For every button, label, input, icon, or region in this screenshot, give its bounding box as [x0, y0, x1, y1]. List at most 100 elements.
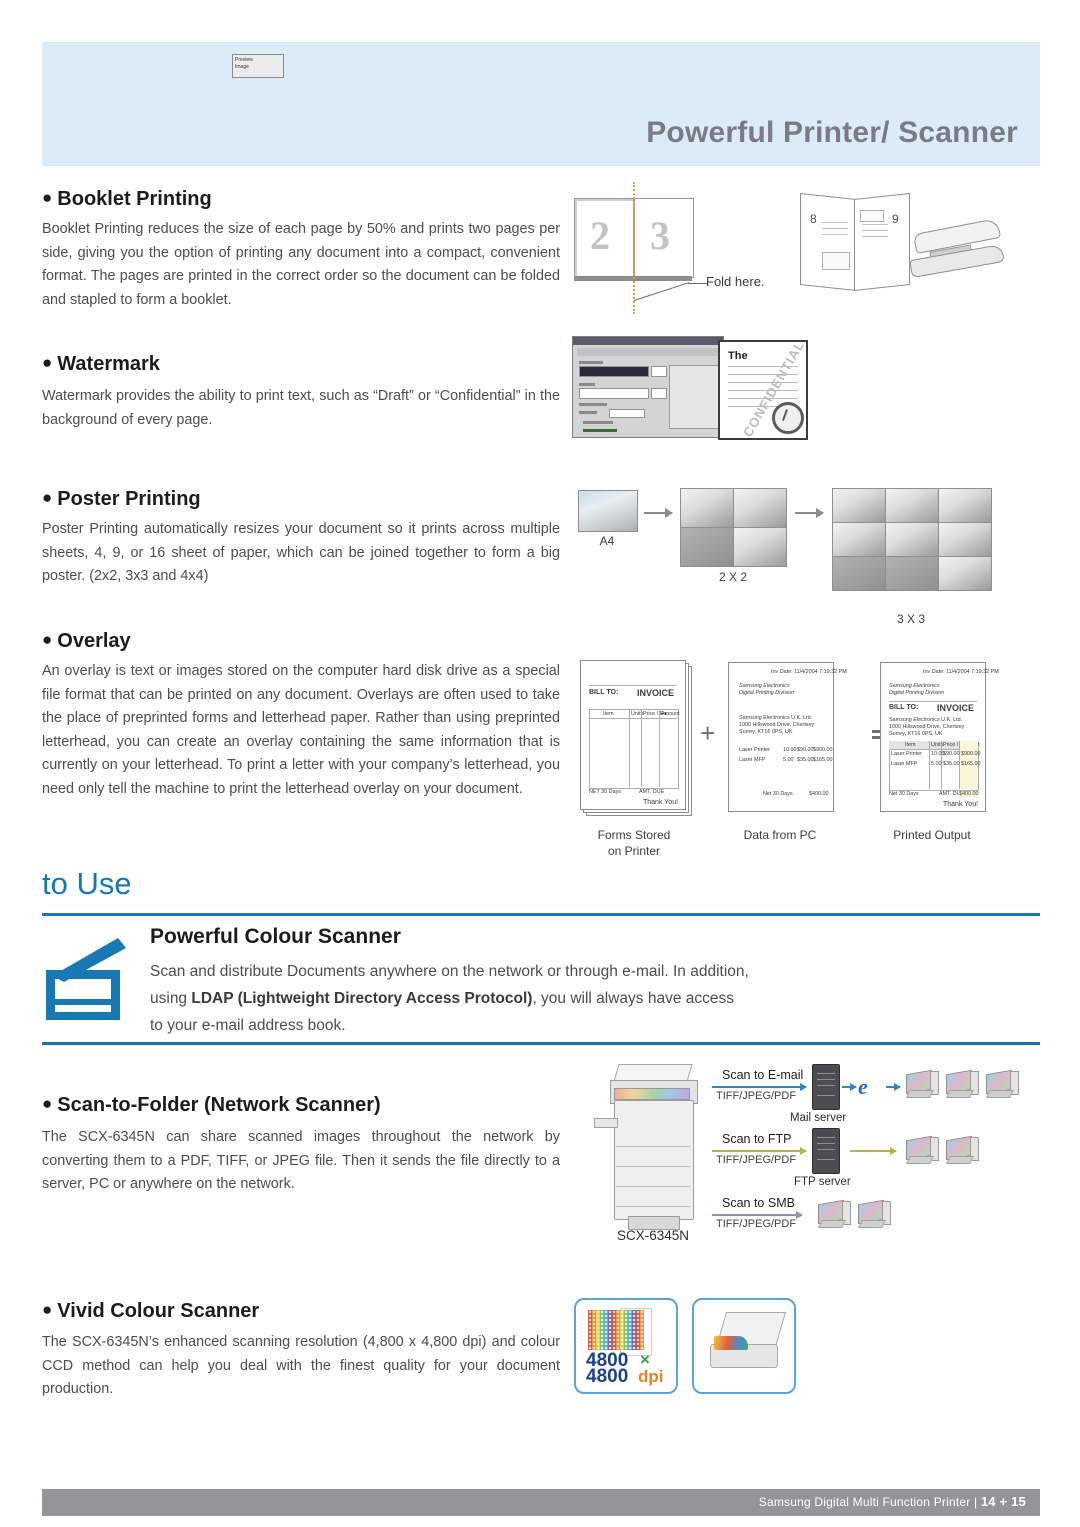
- bullet-icon: ●: [42, 1094, 53, 1113]
- pcs-line-3: to your e-mail address book.: [150, 1017, 346, 1034]
- client-pc-icon: [818, 1199, 851, 1228]
- fold-leader-line-2: [688, 283, 708, 284]
- section-heading-overlay: ● Overlay: [42, 630, 131, 652]
- mail-server-icon: [812, 1064, 840, 1110]
- form-invoice: INVOICE: [637, 688, 675, 698]
- fold-guide-line: [633, 182, 635, 314]
- section-heading-vivid: ● Vivid Colour Scanner: [42, 1300, 260, 1322]
- data-company-1: Samsung Electronics: [739, 683, 790, 689]
- section-body-watermark: Watermark provides the ability to print …: [42, 388, 560, 428]
- section-body-poster: Poster Printing automatically resizes yo…: [42, 521, 560, 584]
- booklet-half-right: [854, 193, 910, 291]
- watermark-callout: Preview Image: [232, 54, 284, 78]
- out-total: $400.00: [959, 791, 979, 797]
- stapled-booklet-illustration: 8 9: [800, 190, 910, 295]
- data-inv-date: Inv Date: 11/4/2004 7:19:32 PM: [771, 669, 847, 675]
- flow-arrow-smb: [712, 1210, 803, 1219]
- out-col-item: Item: [905, 742, 916, 748]
- out-inv-date: Inv Date: 11/4/2004 7:19:32 PM: [923, 669, 999, 675]
- client-pc-icon: [986, 1069, 1019, 1098]
- data-item-1-amt: $900.00: [813, 747, 833, 753]
- section-body-vivid: The SCX-6345N’s enhanced scanning resolu…: [42, 1334, 560, 1397]
- client-pc-icon: [906, 1069, 939, 1098]
- poster-2x2-label: 2 X 2: [718, 570, 748, 584]
- data-total: $400.00: [809, 791, 829, 797]
- section-heading-scan-to-folder: ● Scan-to-Folder (Network Scanner): [42, 1094, 381, 1116]
- dpi-unit-label: dpi: [638, 1367, 664, 1386]
- booklet-folio-left: 8: [810, 212, 817, 226]
- flow-formats-smb: TIFF/JPEG/PDF: [716, 1218, 797, 1230]
- flow-label-smb: Scan to SMB: [722, 1196, 795, 1210]
- data-item-1-price: $90.00: [797, 747, 814, 753]
- out-addr-3: Surrey, KT16 0PS, UK: [889, 731, 943, 737]
- dpi-value-vertical: 4800: [586, 1366, 629, 1387]
- overlay-data-sheet: Inv Date: 11/4/2004 7:19:32 PM Samsung E…: [728, 662, 847, 812]
- footer-text: Samsung Digital Multi Function Printer |…: [759, 1494, 1026, 1509]
- dpi-badge-icon: 4800 × 4800 dpi: [574, 1298, 678, 1394]
- dialog-titlebar: [573, 337, 723, 345]
- powerful-colour-scanner-body: Scan and distribute Documents anywhere o…: [150, 958, 880, 1039]
- flow-label-email: Scan to E-mail: [722, 1068, 804, 1082]
- form-col-item: Item: [603, 711, 614, 717]
- overlay-plus-symbol: +: [700, 718, 716, 748]
- poster-arrow-1: [644, 508, 673, 518]
- out-company-1: Samsung Electronics: [889, 683, 940, 689]
- flow-label-ftp: Scan to FTP: [722, 1132, 792, 1146]
- client-pc-icon: [946, 1069, 979, 1098]
- footer-brand: Samsung Digital Multi Function Printer: [758, 1495, 971, 1509]
- powerful-colour-scanner-title: Powerful Colour Scanner: [150, 925, 401, 948]
- callout-line-2: Image: [235, 64, 249, 70]
- poster-source-a4: [578, 490, 638, 532]
- flow-formats-email: TIFF/JPEG/PDF: [716, 1090, 797, 1102]
- overlay-caption-2: Data from PC: [743, 828, 817, 842]
- form-col-amount: Amount: [661, 711, 680, 717]
- bullet-icon: ●: [42, 188, 53, 207]
- data-item-2-qty: 5.00: [783, 757, 794, 763]
- dialog-tabs: [577, 348, 719, 356]
- fold-leader-line: [633, 282, 690, 301]
- flow-arrow-email: [712, 1082, 807, 1091]
- pcs-ldap-term: LDAP (Lightweight Directory Access Proto…: [191, 990, 533, 1007]
- section-body-booklet: Booklet Printing reduces the size of eac…: [42, 221, 560, 308]
- data-item-2-price: $35.00: [797, 757, 814, 763]
- out-addr-2: 1000 Hillswood Drive, Chertsey: [889, 724, 965, 730]
- section-body-overlay: An overlay is text or images stored on t…: [42, 663, 560, 797]
- form-bill-to: BILL TO:: [589, 689, 619, 696]
- page-title: Powerful Printer/ Scanner: [646, 116, 1018, 149]
- flow-arrow-ftp: [712, 1146, 807, 1155]
- data-item-1-qty: 10.00: [783, 747, 797, 753]
- watermark-preview-pane: [669, 365, 719, 429]
- flow-arrow-ftp-2: [850, 1146, 897, 1155]
- section-heading-booklet: ● Booklet Printing: [42, 188, 212, 210]
- mfp-device-label: SCX-6345N: [616, 1228, 690, 1243]
- out-item-2-price: $35.00: [943, 761, 960, 767]
- pcs-line-2-pre: using: [150, 990, 192, 1007]
- data-item-1: Laser Printer: [739, 747, 770, 753]
- data-company-2: Digital Printing Division: [739, 690, 795, 696]
- bullet-icon: ●: [42, 353, 53, 372]
- data-addr-3: Surrey, KT16 0PS, UK: [739, 729, 793, 735]
- client-pc-icon: [946, 1135, 979, 1164]
- bullet-icon: ●: [42, 630, 53, 649]
- out-item-2-qty: 5.00: [931, 761, 942, 767]
- bullet-icon: ●: [42, 488, 53, 507]
- out-item-1-price: $90.00: [943, 751, 960, 757]
- watermark-dialog-illustration: [572, 336, 724, 438]
- flatbed-scanner-icon: [692, 1298, 796, 1394]
- overlay-form-sheet: BILL TO: INVOICE Item Units Price / Ea. …: [580, 660, 686, 810]
- section-heading-watermark: ● Watermark: [42, 353, 160, 375]
- page-footer: Samsung Digital Multi Function Printer |…: [42, 1489, 1040, 1516]
- fold-here-label: Fold here.: [706, 274, 765, 289]
- poster-source-label: A4: [599, 534, 615, 548]
- watermark-seal-icon: [772, 402, 804, 434]
- out-addr-1: Samsung Electronics U.K. Ltd.: [889, 717, 963, 723]
- form-thank-you: Thank You!: [643, 799, 679, 806]
- page-header-banner: Powerful Printer/ Scanner: [42, 42, 1040, 166]
- mfp-device-illustration: [594, 1058, 706, 1238]
- scanner-icon: [44, 934, 140, 1024]
- mail-server-label: Mail server: [790, 1112, 847, 1124]
- flow-formats-ftp: TIFF/JPEG/PDF: [716, 1154, 797, 1166]
- flow-arrow-email-2: [842, 1082, 857, 1091]
- internet-explorer-icon: e: [858, 1074, 868, 1099]
- out-item-1: Laser Printer: [891, 751, 922, 757]
